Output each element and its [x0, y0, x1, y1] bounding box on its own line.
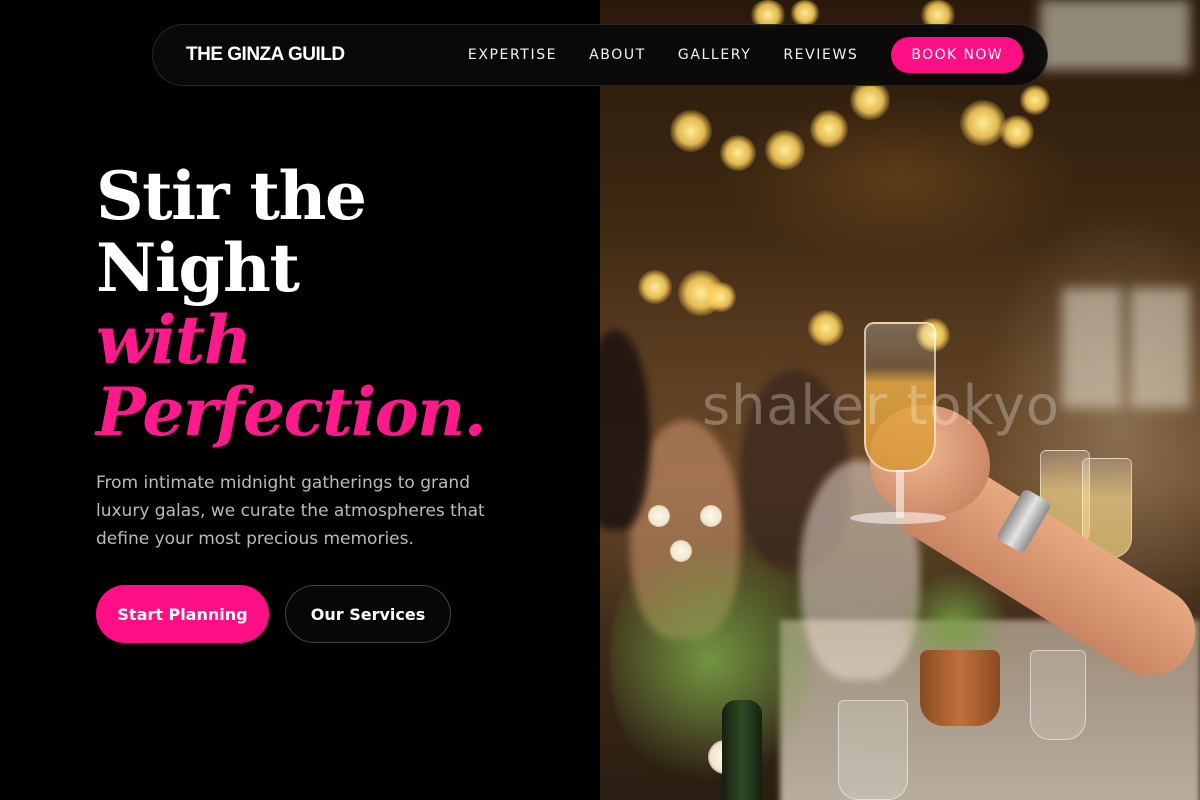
string-light — [706, 282, 736, 312]
wine-glass — [838, 700, 908, 800]
string-light — [1020, 85, 1050, 115]
headline-line: Night — [96, 229, 300, 307]
flower — [670, 540, 692, 562]
nav-link-expertise[interactable]: EXPERTISE — [468, 47, 557, 63]
string-light — [808, 310, 844, 346]
plant-pot — [920, 650, 1000, 726]
headline-accent-line: with — [96, 301, 252, 379]
glass-foot — [850, 512, 946, 524]
nav-links: EXPERTISE ABOUT GALLERY REVIEWS — [468, 47, 859, 63]
string-light — [765, 130, 805, 170]
start-planning-button[interactable]: Start Planning — [96, 585, 269, 643]
guest-silhouette — [600, 330, 650, 530]
glass-stem — [896, 470, 904, 518]
nav-link-about[interactable]: ABOUT — [589, 47, 646, 63]
headline-accent-line: Perfection. — [96, 373, 487, 451]
string-light — [960, 100, 1006, 146]
hero-subtitle: From intimate midnight gatherings to gra… — [96, 473, 485, 549]
window-glow — [1040, 0, 1190, 70]
string-light — [670, 110, 712, 152]
string-light — [850, 80, 890, 120]
book-now-button[interactable]: BOOK NOW — [891, 37, 1023, 73]
brand-logo[interactable]: THE GINZA GUILD — [186, 44, 345, 66]
wine-bottle — [722, 700, 762, 800]
string-light — [790, 0, 820, 26]
hero-photo: shaker tokyo — [600, 0, 1200, 800]
top-navbar: THE GINZA GUILD EXPERTISE ABOUT GALLERY … — [152, 24, 1048, 86]
hero-headline: Stir the Night with Perfection. — [96, 157, 487, 451]
flower — [648, 505, 670, 527]
headline-line: Stir the — [96, 157, 367, 235]
our-services-button[interactable]: Our Services — [285, 585, 451, 643]
nav-link-reviews[interactable]: REVIEWS — [783, 47, 858, 63]
window-glow — [1062, 288, 1122, 408]
nav-link-gallery[interactable]: GALLERY — [678, 47, 751, 63]
string-light — [810, 110, 848, 148]
flower — [700, 505, 722, 527]
string-light — [720, 135, 756, 171]
photo-watermark: shaker tokyo — [702, 374, 1060, 437]
string-light — [1000, 115, 1034, 149]
window-glow — [1130, 288, 1190, 408]
wine-glass — [1030, 650, 1086, 740]
string-light — [638, 270, 672, 304]
